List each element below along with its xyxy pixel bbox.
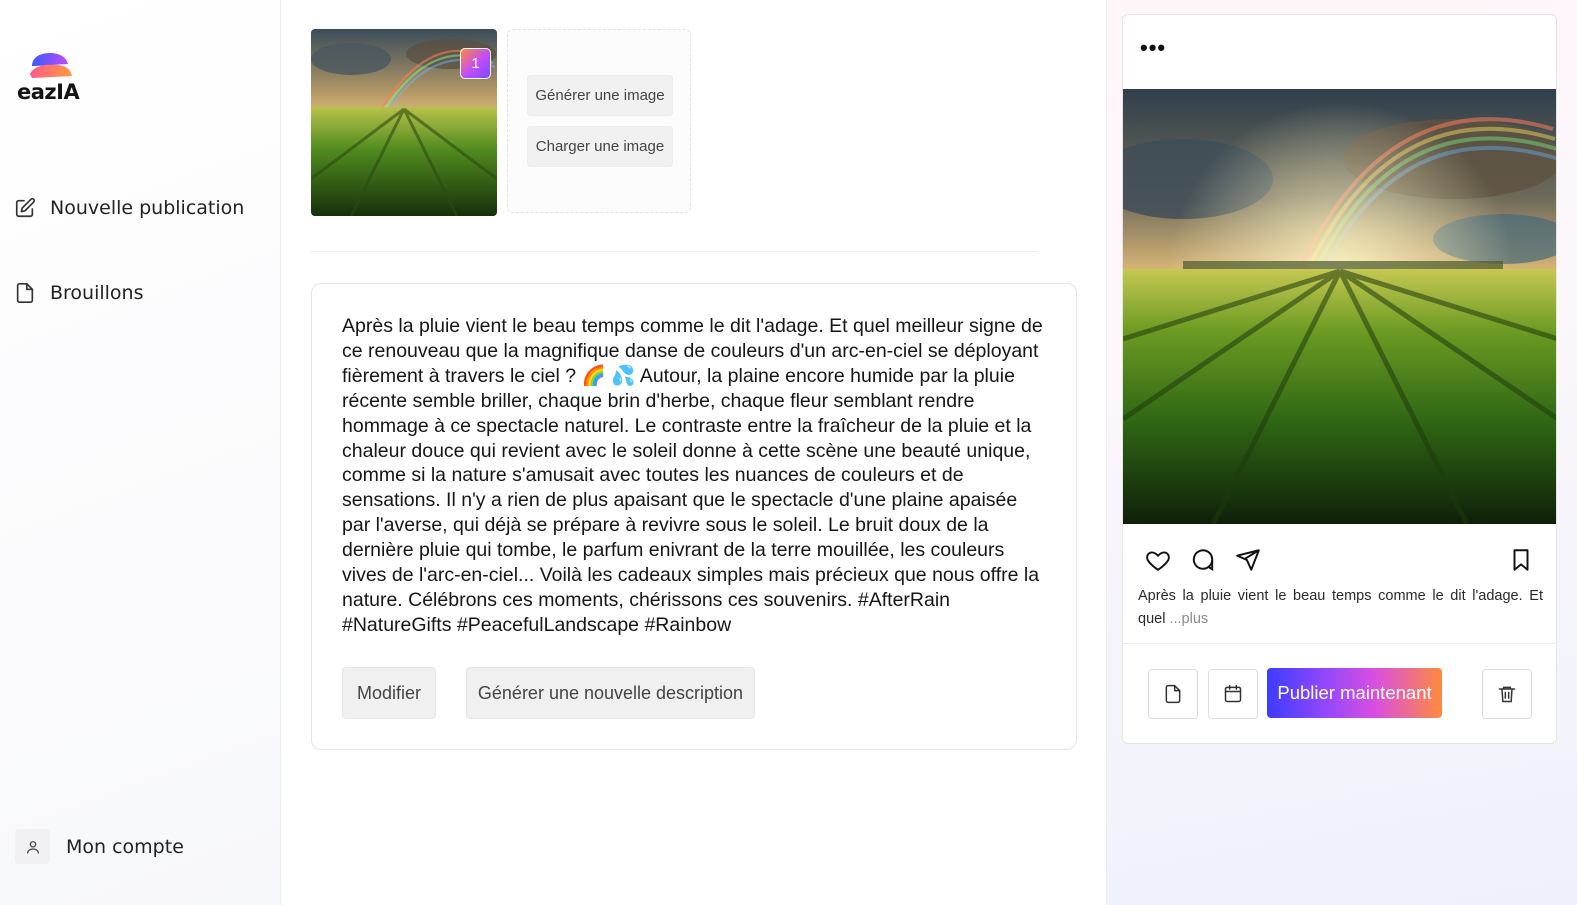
post-description: Après la pluie vient le beau temps comme… [342,315,1043,636]
card-divider [1123,643,1556,644]
sidebar-item-label: Nouvelle publication [50,197,245,219]
image-dropzone: Générer une image Charger une image [507,29,691,213]
sidebar-item-drafts[interactable]: Brouillons [14,282,144,304]
modify-button[interactable]: Modifier [342,667,436,719]
caption-more-link[interactable]: ...plus [1169,611,1208,627]
post-preview-panel: ••• Après la pluie vient le beau temps c… [1106,0,1577,905]
delete-button[interactable] [1482,669,1532,719]
file-icon [14,282,36,304]
comment-icon[interactable] [1190,547,1216,573]
generate-image-button[interactable]: Générer une image [527,75,673,116]
publish-now-button[interactable]: Publier maintenant [1267,668,1442,718]
logo-mark-icon [30,53,72,78]
account-label: Mon compte [66,835,184,858]
image-index-badge: 1 [460,48,491,79]
calendar-icon [1224,684,1242,703]
post-header: ••• [1123,15,1556,89]
share-icon[interactable] [1235,547,1261,573]
schedule-button[interactable] [1208,669,1258,719]
post-preview-card: ••• Après la pluie vient le beau temps c… [1122,14,1557,744]
sidebar: eazIA Nouvelle publication Brouillons Mo… [0,0,281,905]
eazia-logo[interactable]: eazIA [17,50,87,106]
sidebar-item-label: Brouillons [50,282,144,304]
heart-icon[interactable] [1145,547,1171,573]
draft-file-icon [1165,684,1181,704]
post-preview-image [1123,89,1556,524]
user-icon [15,829,50,864]
post-editor: 1 Générer une image Charger une image Ap… [282,0,1106,905]
upload-image-button[interactable]: Charger une image [527,126,673,167]
section-divider [311,251,1038,252]
post-caption: Après la pluie vient le beau temps comme… [1138,585,1543,631]
selected-image-thumbnail[interactable]: 1 [311,29,497,216]
sidebar-item-new-post[interactable]: Nouvelle publication [14,197,244,219]
edit-icon [14,197,36,219]
logo-wordmark: eazIA [17,80,80,104]
more-options-icon[interactable]: ••• [1140,37,1166,59]
regenerate-description-button[interactable]: Générer une nouvelle description [466,667,755,719]
bookmark-icon[interactable] [1508,547,1534,573]
account-button[interactable]: Mon compte [15,829,184,864]
post-actions [1123,547,1556,575]
trash-icon [1498,686,1516,703]
description-card: Après la pluie vient le beau temps comme… [311,283,1077,750]
save-draft-button[interactable] [1148,669,1198,719]
